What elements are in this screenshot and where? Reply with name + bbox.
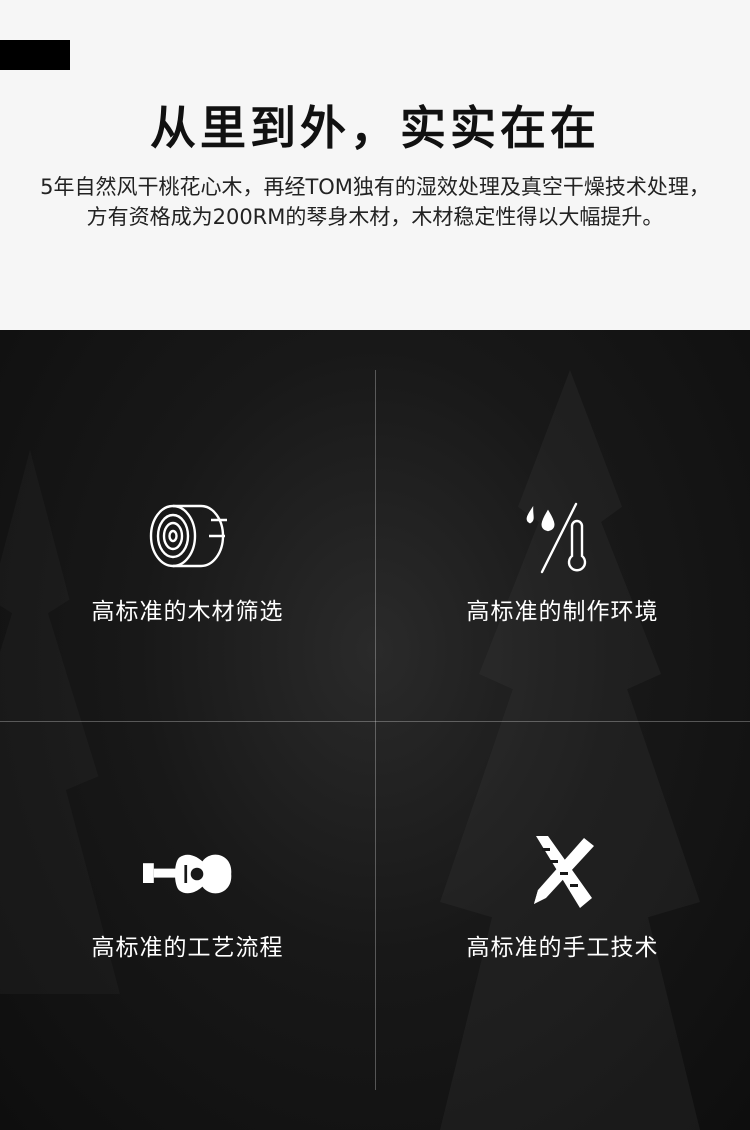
feature-label: 高标准的制作环境: [466, 599, 659, 625]
forest-background: [440, 370, 700, 1130]
feature-craftsmanship: 高标准的手工技术: [375, 834, 750, 962]
headline: 从里到外，实实在在: [150, 101, 600, 155]
feature-label: 高标准的木材筛选: [91, 599, 284, 625]
humidity-temperature-icon: [526, 502, 586, 574]
guitar-icon: [142, 854, 231, 894]
feature-environment: 高标准的制作环境: [375, 498, 750, 626]
pencil-ruler-icon: [533, 836, 594, 908]
feature-label: 高标准的工艺流程: [91, 935, 284, 961]
intro-description: 5年自然风干桃花心木，再经TOM独有的湿效处理及真空干燥技术处理，方有资格成为2…: [40, 175, 710, 229]
intro-section: 从里到外，实实在在 5年自然风干桃花心木，再经TOM独有的湿效处理及真空干燥技术…: [0, 0, 750, 330]
feature-process: 高标准的工艺流程: [0, 834, 375, 962]
corner-tab: [0, 40, 70, 70]
features-section: 高标准的木材筛选 高标准的制作环境 高标准的工艺流程 高标准的手工技术: [0, 330, 750, 1130]
grid-divider-horizontal: [0, 721, 750, 722]
grid-divider-vertical: [375, 370, 376, 1090]
feature-label: 高标准的手工技术: [466, 935, 659, 961]
feature-wood-selection: 高标准的木材筛选: [0, 498, 375, 626]
wood-log-icon: [149, 504, 227, 568]
